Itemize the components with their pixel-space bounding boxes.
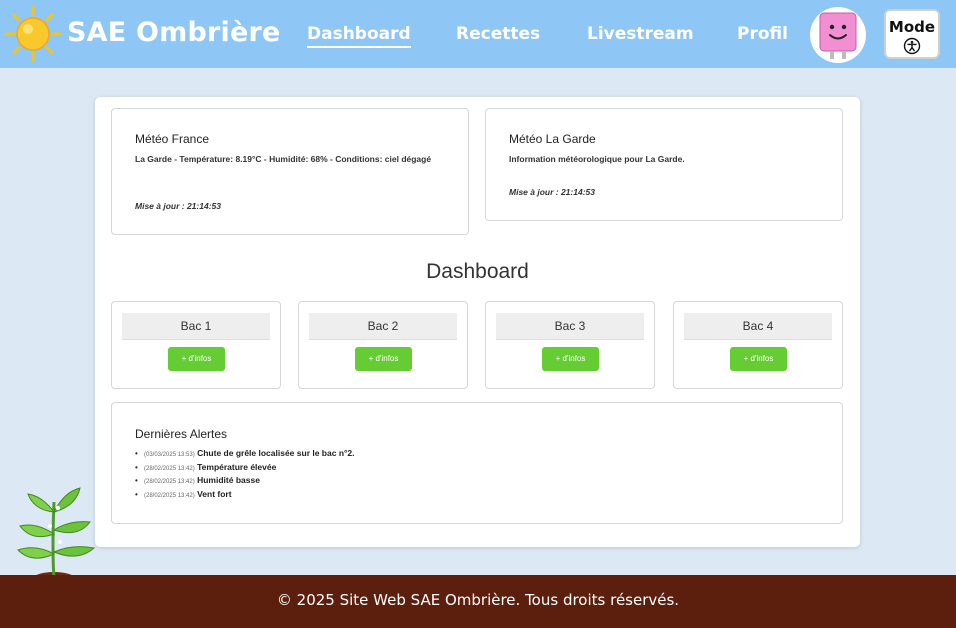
- weather-france-title: Météo France: [135, 132, 210, 146]
- footer-text: © 2025 Site Web SAE Ombrière. Tous droit…: [276, 591, 680, 609]
- plant-icon: [17, 487, 96, 584]
- alert-time: (28/02/2025 13:42): [144, 492, 195, 499]
- bac-4-info-button[interactable]: + d'infos: [730, 347, 787, 371]
- dashboard-title: Dashboard: [426, 260, 529, 283]
- bac-card-4: Bac 4 + d'infos: [673, 301, 843, 389]
- mode-button[interactable]: Mode: [884, 9, 940, 59]
- alert-item: • (28/02/2025 13:42) Température élevée: [135, 461, 277, 472]
- alert-message: Humidité basse: [197, 475, 260, 485]
- weather-card-france: Météo France La Garde - Température: 8.1…: [111, 108, 469, 235]
- bac-2-info-button[interactable]: + d'infos: [355, 347, 412, 371]
- mode-label: Mode: [888, 18, 936, 36]
- weather-france-updated: Mise à jour : 21:14:53: [135, 201, 221, 211]
- nav-livestream[interactable]: Livestream: [587, 24, 694, 44]
- top-navbar: SAE Ombrière Dashboard Recettes Livestre…: [0, 0, 956, 68]
- weather-lagarde-text: Information météorologique pour La Garde…: [509, 154, 685, 164]
- bac-name: Bac 3: [496, 313, 644, 340]
- nav-profil[interactable]: Profil: [737, 24, 788, 44]
- sun-icon: [4, 5, 62, 63]
- avatar-face-icon: [819, 12, 857, 59]
- alert-item: • (28/02/2025 13:42) Humidité basse: [135, 475, 260, 485]
- nav-recettes[interactable]: Recettes: [456, 24, 540, 44]
- bac-card-2: Bac 2 + d'infos: [298, 301, 468, 389]
- site-title[interactable]: SAE Ombrière: [67, 17, 281, 48]
- footer: © 2025 Site Web SAE Ombrière. Tous droit…: [0, 575, 956, 628]
- weather-lagarde-title: Météo La Garde: [509, 132, 596, 146]
- weather-lagarde-updated: Mise à jour : 21:14:53: [509, 187, 595, 197]
- weather-france-text: La Garde - Température: 8.19°C - Humidit…: [135, 154, 432, 164]
- alerts-list: • (03/03/2025 13:53) Chute de grêle local…: [135, 448, 355, 502]
- alert-time: (03/03/2025 13:53): [144, 452, 195, 458]
- bac-name: Bac 2: [309, 313, 457, 340]
- avatar[interactable]: [810, 7, 866, 63]
- bac-name: Bac 1: [122, 313, 270, 340]
- main-container: Météo France La Garde - Température: 8.1…: [95, 97, 860, 547]
- alert-message: Chute de grêle localisée sur le bac n°2.: [197, 448, 355, 458]
- weather-card-lagarde: Météo La Garde Information météorologiqu…: [485, 108, 843, 221]
- alert-time: (28/02/2025 13:42): [144, 465, 195, 472]
- alerts-title: Dernières Alertes: [135, 427, 228, 441]
- bac-3-info-button[interactable]: + d'infos: [542, 347, 599, 371]
- bac-name: Bac 4: [684, 313, 832, 340]
- alert-item: • (03/03/2025 13:53) Chute de grêle local…: [135, 448, 355, 458]
- accessibility-icon: [903, 37, 921, 55]
- alert-time: (28/02/2025 13:42): [144, 479, 195, 485]
- bac-card-3: Bac 3 + d'infos: [485, 301, 655, 389]
- alert-item: • (28/02/2025 13:42) Vent fort: [135, 488, 232, 499]
- alert-message: Vent fort: [197, 488, 232, 499]
- nav-dashboard[interactable]: Dashboard: [307, 24, 411, 48]
- bac-1-info-button[interactable]: + d'infos: [168, 347, 225, 371]
- bac-card-1: Bac 1 + d'infos: [111, 301, 281, 389]
- alerts-card: Dernières Alertes • (03/03/2025 13:53) Ch…: [111, 402, 843, 524]
- alert-message: Température élevée: [197, 461, 277, 472]
